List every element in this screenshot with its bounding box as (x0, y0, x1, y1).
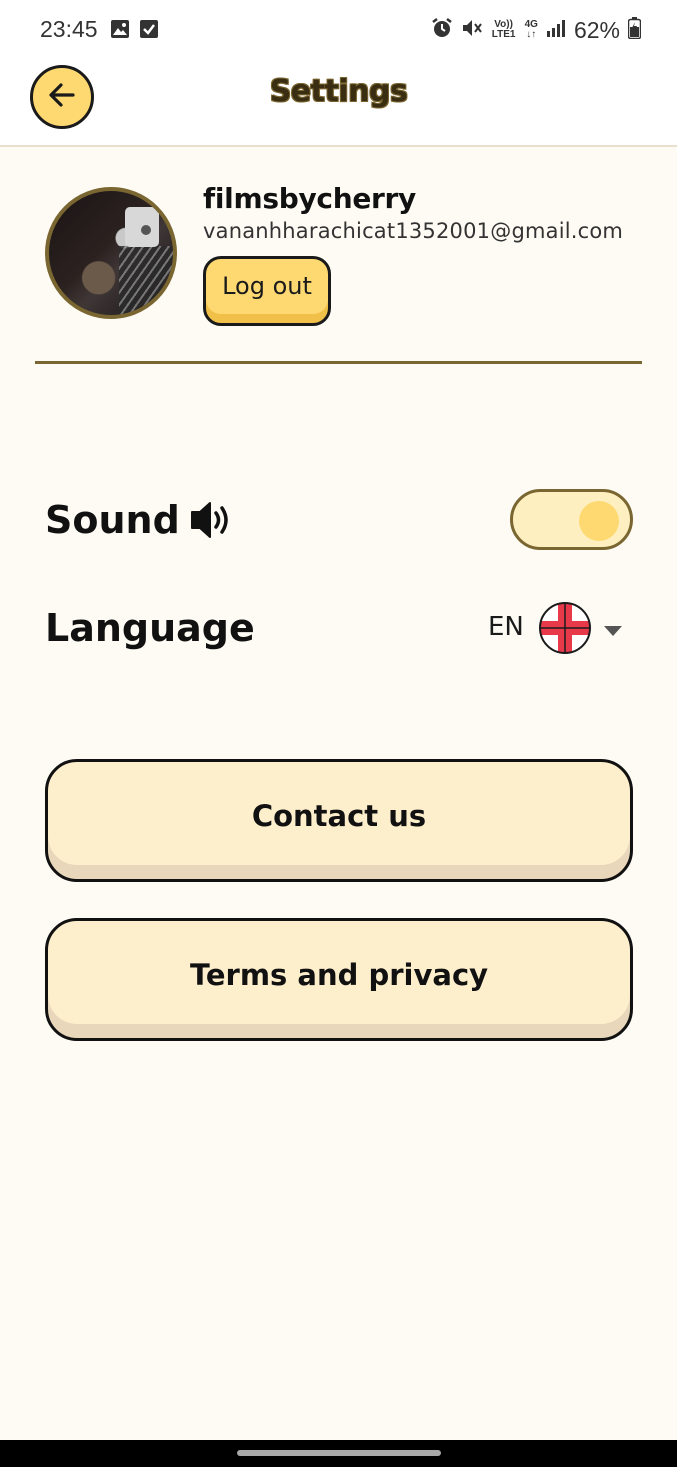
battery-percent: 62% (573, 16, 620, 43)
speaker-icon (189, 500, 235, 544)
avatar (45, 187, 177, 319)
logout-button[interactable]: Log out (203, 256, 331, 326)
contact-us-button[interactable]: Contact us (45, 759, 633, 882)
app-header: Settings (0, 60, 677, 147)
home-indicator[interactable] (237, 1450, 441, 1456)
data-arrows-icon: ↓↑ (526, 29, 537, 40)
gallery-icon (110, 19, 130, 44)
network-type-indicator: 4G ↓↑ (525, 20, 538, 40)
status-indicators: Vo)) LTE1 4G ↓↑ 62% (431, 16, 642, 44)
terms-privacy-button[interactable]: Terms and privacy (45, 918, 633, 1041)
sound-toggle[interactable] (510, 489, 633, 550)
system-nav-bar (0, 1440, 677, 1467)
username: filmsbycherry (203, 182, 417, 215)
language-code: EN (488, 612, 524, 642)
sound-label: Sound (45, 498, 180, 542)
profile-divider (35, 361, 642, 364)
chevron-down-icon (603, 622, 623, 641)
language-dropdown[interactable]: EN (488, 600, 628, 656)
page-title: Settings (269, 74, 408, 109)
status-time: 23:45 (40, 16, 98, 42)
signal-icon (546, 19, 566, 42)
mute-icon (461, 17, 483, 44)
england-flag-icon (538, 601, 592, 659)
alarm-icon (431, 17, 453, 44)
volte-indicator: Vo)) LTE1 (491, 19, 516, 40)
status-bar: 23:45 Vo)) LTE1 4G ↓↑ 62% (0, 0, 677, 60)
checkbox-icon (139, 19, 159, 44)
avatar-photo-detail (119, 246, 173, 315)
language-label: Language (45, 606, 255, 650)
toggle-knob (579, 501, 619, 541)
battery-icon (627, 16, 642, 44)
user-email: vananhharachicat1352001@gmail.com (203, 219, 624, 243)
avatar-photo-detail (141, 225, 151, 235)
